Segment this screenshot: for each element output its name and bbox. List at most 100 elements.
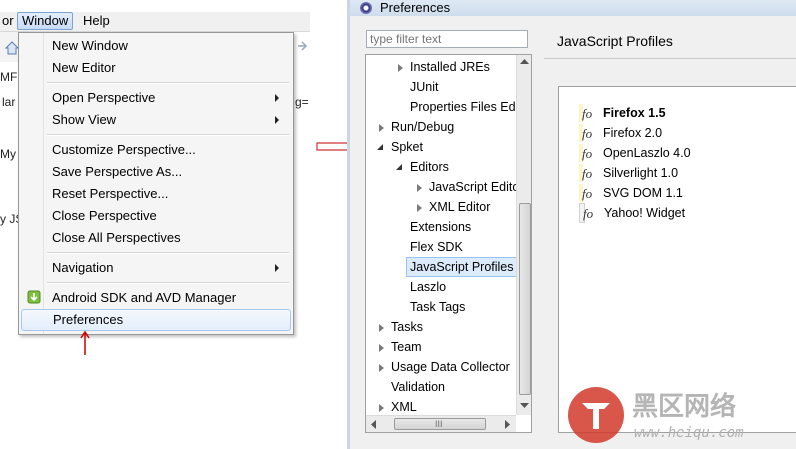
profile-item[interactable]: fo Silverlight 1.0 bbox=[579, 164, 678, 182]
tree-item-label: Usage Data Collector bbox=[391, 360, 510, 374]
tree-item-javascript-profiles[interactable]: JavaScript Profiles bbox=[366, 257, 518, 277]
tree-horizontal-scrollbar[interactable]: III bbox=[366, 415, 516, 432]
eclipse-icon bbox=[360, 2, 372, 14]
tree-item-junit[interactable]: JUnit bbox=[366, 77, 516, 97]
menu-item-navigation[interactable]: Navigation bbox=[21, 257, 289, 278]
tree-item-spket[interactable]: Spket bbox=[366, 137, 516, 157]
tree-item-label: XML Editor bbox=[429, 200, 491, 214]
watermark-cn: 黑区网络 bbox=[632, 391, 736, 422]
profile-item[interactable]: fo SVG DOM 1.1 bbox=[579, 184, 683, 202]
scrollbar-thumb[interactable] bbox=[519, 203, 531, 395]
function-icon: fo bbox=[582, 126, 593, 141]
tree-item-flex-sdk[interactable]: Flex SDK bbox=[366, 237, 516, 257]
tree-item-label: XML bbox=[391, 400, 417, 414]
menu-bar: or Window Help bbox=[0, 12, 310, 32]
tree-expand-icon[interactable] bbox=[379, 324, 384, 332]
menu-item-close-perspective[interactable]: Close Perspective bbox=[21, 205, 289, 226]
menu-item-label: Save Perspective As... bbox=[52, 164, 183, 179]
tree-item-validation[interactable]: Validation bbox=[366, 377, 516, 397]
eclipse-window: or Window Help MF lar My y JS g= New Win… bbox=[0, 0, 310, 449]
menu-item-new-window[interactable]: New Window bbox=[21, 35, 289, 56]
menu-item-save-perspective[interactable]: Save Perspective As... bbox=[21, 161, 289, 182]
menu-item-label: Show View bbox=[52, 112, 117, 127]
tree-expand-icon[interactable] bbox=[417, 184, 422, 192]
submenu-arrow-icon bbox=[275, 116, 279, 124]
menu-window[interactable]: Window bbox=[17, 12, 74, 30]
profile-label: Firefox 2.0 bbox=[603, 126, 663, 140]
tree-item-editors[interactable]: Editors bbox=[366, 157, 516, 177]
menu-item-new-editor[interactable]: New Editor bbox=[21, 57, 289, 78]
tree-item-xml[interactable]: XML bbox=[366, 397, 516, 417]
menu-item-preferences[interactable]: Preferences bbox=[21, 309, 291, 331]
tree-item-extensions[interactable]: Extensions bbox=[366, 217, 516, 237]
menu-item-label: Close Perspective bbox=[52, 208, 157, 223]
menu-item-reset-perspective[interactable]: Reset Perspective... bbox=[21, 183, 289, 204]
tree-item-label: Laszlo bbox=[410, 280, 447, 294]
tree-vertical-scrollbar[interactable] bbox=[516, 55, 531, 415]
profile-item[interactable]: fo Firefox 2.0 bbox=[579, 124, 662, 142]
menu-item-label: Reset Perspective... bbox=[52, 186, 169, 201]
tree-item-properties-files-editor[interactable]: Properties Files Ed bbox=[366, 97, 516, 117]
red-up-arrow-icon bbox=[80, 330, 90, 355]
filter-input[interactable] bbox=[366, 30, 528, 48]
tree-item-xml-editor[interactable]: XML Editor bbox=[366, 197, 516, 217]
menu-item-label: Customize Perspective... bbox=[52, 142, 196, 157]
tree-item-laszlo[interactable]: Laszlo bbox=[366, 277, 516, 297]
scroll-left-icon[interactable] bbox=[371, 420, 377, 429]
dialog-body: Installed JREs JUnit Properties Files Ed… bbox=[350, 16, 796, 449]
tree-expand-icon[interactable] bbox=[379, 364, 384, 372]
window-menu-dropdown: New Window New Editor Open Perspective S… bbox=[18, 32, 294, 335]
profile-label: OpenLaszlo 4.0 bbox=[603, 146, 691, 160]
watermark-url: www.heiqu.com bbox=[634, 425, 744, 441]
tree-collapse-icon[interactable] bbox=[377, 144, 384, 151]
android-download-icon bbox=[27, 290, 41, 304]
editor-tab-text: MF bbox=[0, 70, 18, 84]
profile-item[interactable]: fo Firefox 1.5 bbox=[579, 104, 666, 122]
tree-item-run-debug[interactable]: Run/Debug bbox=[366, 117, 516, 137]
tree-item-label: Installed JREs bbox=[410, 60, 490, 74]
title-separator bbox=[544, 58, 796, 59]
scroll-right-icon[interactable] bbox=[505, 420, 511, 429]
tree-item-label: Team bbox=[391, 340, 422, 354]
profile-label: Firefox 1.5 bbox=[603, 106, 666, 120]
menu-item-customize-perspective[interactable]: Customize Perspective... bbox=[21, 139, 289, 160]
tree-item-task-tags[interactable]: Task Tags bbox=[366, 297, 516, 317]
tree-item-label: JUnit bbox=[410, 80, 439, 94]
tree-item-tasks[interactable]: Tasks bbox=[366, 317, 516, 337]
menu-item-label: New Window bbox=[52, 38, 128, 53]
tree-item-label: Tasks bbox=[391, 320, 423, 334]
profile-item[interactable]: fo OpenLaszlo 4.0 bbox=[579, 144, 691, 162]
tree-item-javascript-editor[interactable]: JavaScript Edito bbox=[366, 177, 516, 197]
function-icon: fo bbox=[582, 186, 593, 201]
menu-item-close-all-perspectives[interactable]: Close All Perspectives bbox=[21, 227, 289, 248]
menu-partial[interactable]: or bbox=[0, 13, 18, 29]
tree-item-team[interactable]: Team bbox=[366, 337, 516, 357]
menu-help[interactable]: Help bbox=[79, 13, 114, 29]
editor-text: g= bbox=[295, 95, 309, 109]
tree-collapse-icon[interactable] bbox=[396, 164, 403, 171]
menu-item-show-view[interactable]: Show View bbox=[21, 109, 289, 130]
tree-expand-icon[interactable] bbox=[379, 344, 384, 352]
menu-separator bbox=[47, 82, 289, 84]
scroll-down-icon[interactable] bbox=[520, 403, 529, 409]
scroll-up-icon[interactable] bbox=[520, 59, 529, 65]
menu-item-label: Navigation bbox=[52, 260, 114, 275]
function-icon: fo bbox=[583, 206, 594, 221]
tree-expand-icon[interactable] bbox=[379, 124, 384, 132]
tree-expand-icon[interactable] bbox=[379, 404, 384, 412]
panel-sash[interactable] bbox=[537, 16, 544, 449]
tree-expand-icon[interactable] bbox=[398, 64, 403, 72]
menu-separator bbox=[47, 252, 289, 254]
tree-item-usage-data-collector[interactable]: Usage Data Collector bbox=[366, 357, 516, 377]
menu-item-open-perspective[interactable]: Open Perspective bbox=[21, 87, 289, 108]
editor-text: My bbox=[0, 147, 16, 161]
menu-item-android-sdk[interactable]: Android SDK and AVD Manager bbox=[21, 287, 289, 308]
forward-icon[interactable] bbox=[296, 40, 308, 52]
tree-expand-icon[interactable] bbox=[417, 204, 422, 212]
menu-item-label: Open Perspective bbox=[52, 90, 156, 105]
scrollbar-thumb[interactable]: III bbox=[394, 418, 486, 430]
tree-item-label: Flex SDK bbox=[410, 240, 463, 254]
profile-item[interactable]: fo Yahoo! Widget bbox=[579, 203, 685, 223]
function-icon: fo bbox=[582, 166, 593, 181]
tree-item-installed-jres[interactable]: Installed JREs bbox=[366, 57, 516, 77]
